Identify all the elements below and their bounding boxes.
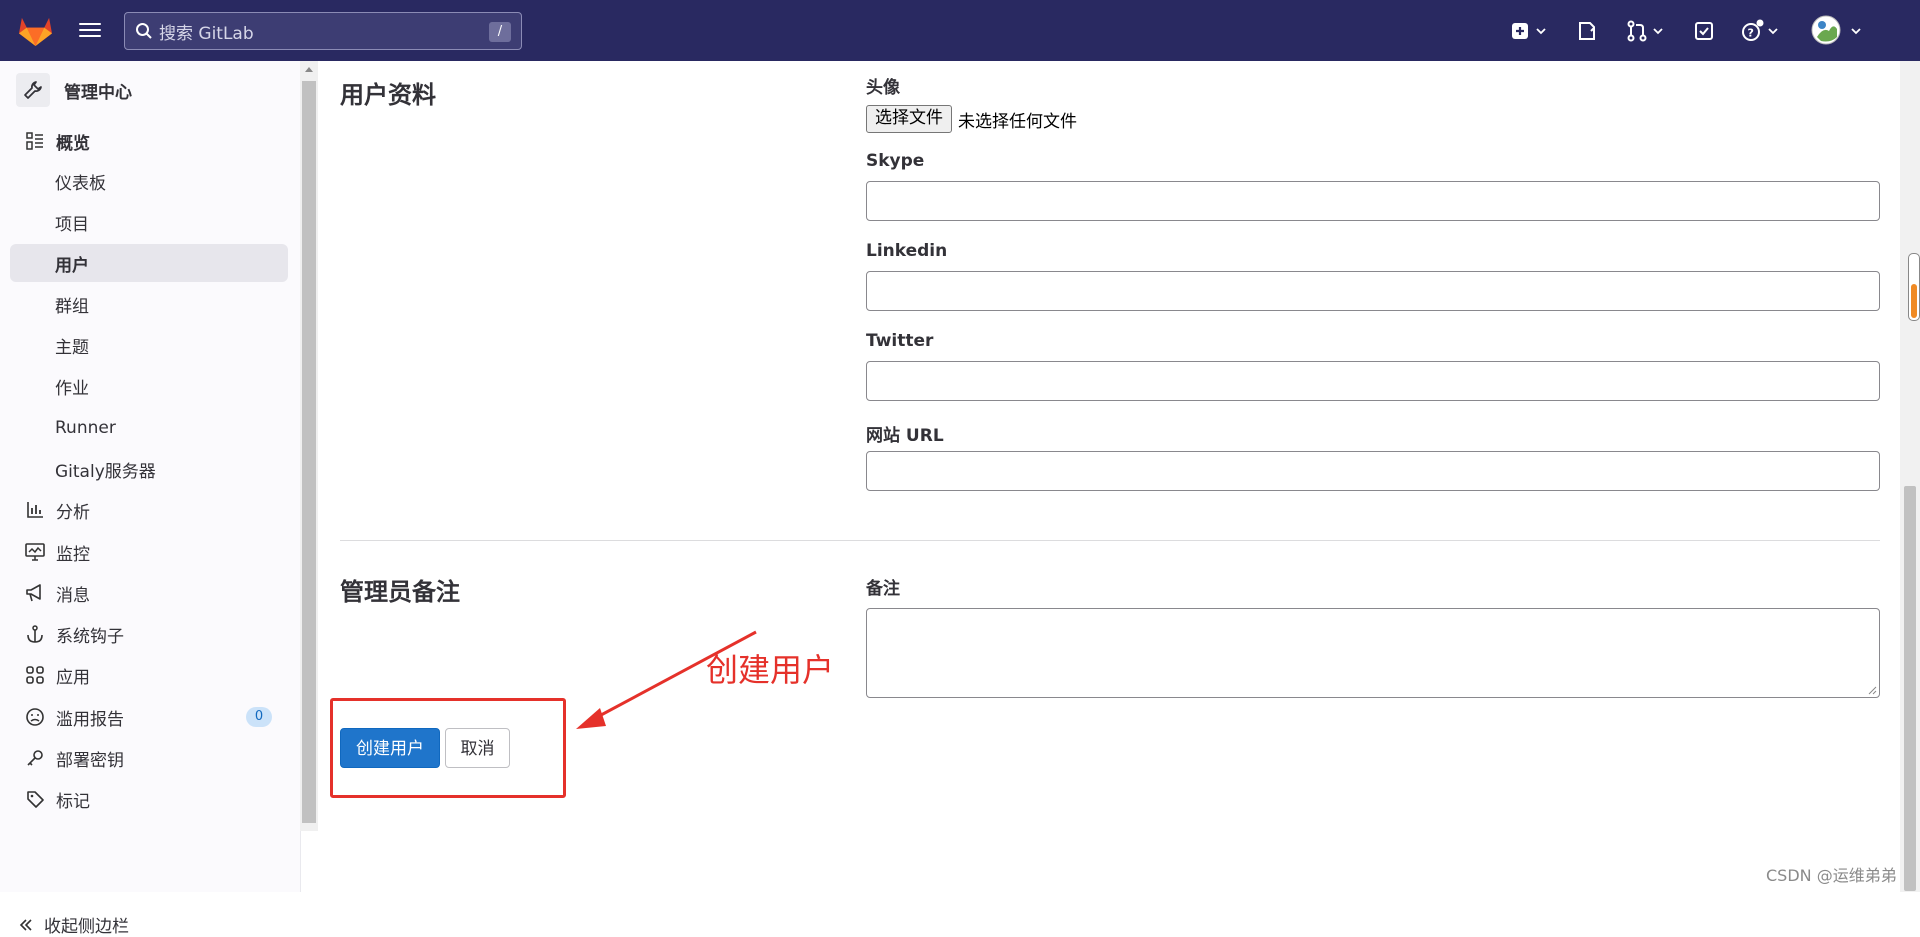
search-icon (136, 23, 152, 39)
sidebar-item-label: Runner (55, 418, 116, 438)
sidebar-item-deploy-keys[interactable]: 部署密钥 (10, 739, 288, 777)
sidebar-item-overview[interactable]: 概览 (10, 122, 288, 160)
monitor-icon (24, 541, 46, 563)
smile-icon (24, 706, 46, 728)
page-scrollbar-thumb[interactable] (1904, 486, 1916, 891)
note-textarea[interactable] (866, 608, 1880, 698)
sidebar-item-topics[interactable]: 主题 (10, 326, 288, 364)
sidebar-item-runner[interactable]: Runner (10, 409, 288, 447)
apps-icon (24, 664, 46, 686)
choose-file-button[interactable]: 选择文件 (866, 105, 952, 133)
megaphone-icon (24, 582, 46, 604)
collapse-sidebar-label: 收起侧边栏 (44, 917, 129, 937)
note-label: 备注 (866, 579, 900, 599)
sidebar-item-system-hooks[interactable]: 系统钩子 (10, 615, 288, 653)
admin-section-title: 管理员备注 (340, 578, 460, 606)
sidebar-item-label: 作业 (55, 378, 89, 399)
sidebar-item-analytics[interactable]: 分析 (10, 491, 288, 529)
key-icon (24, 747, 46, 769)
anchor-icon (24, 623, 46, 645)
page-scrollbar[interactable] (1900, 61, 1920, 892)
sidebar-item-abuse-reports[interactable]: 滥用报告 0 (10, 698, 288, 736)
avatar-label: 头像 (866, 78, 900, 98)
chevron-down-icon[interactable] (1850, 25, 1862, 37)
sidebar-item-users[interactable]: 用户 (10, 244, 288, 282)
section-divider (340, 540, 1880, 541)
cancel-button[interactable]: 取消 (445, 728, 510, 768)
sidebar-item-label: 应用 (56, 667, 90, 688)
sidebar-item-label: 主题 (55, 337, 89, 358)
website-url-input[interactable] (866, 451, 1880, 491)
annotation-label: 创建用户 (706, 651, 835, 689)
sidebar-header[interactable]: 管理中心 (16, 73, 132, 107)
skype-label: Skype (866, 151, 925, 171)
avatar-file-input[interactable]: 选择文件 未选择任何文件 (866, 105, 1077, 133)
sidebar-item-label: 项目 (55, 214, 89, 235)
skype-input[interactable] (866, 181, 1880, 221)
chart-icon (24, 499, 46, 521)
help-icon[interactable]: ? (1740, 19, 1764, 43)
create-user-button[interactable]: 创建用户 (340, 728, 440, 768)
watermark: CSDN @运维弟弟 (1766, 866, 1897, 885)
sidebar-item-label: 分析 (56, 502, 90, 523)
sidebar-item-label: 系统钩子 (56, 626, 124, 647)
search-shortcut-key: / (489, 22, 511, 42)
issues-icon[interactable] (1575, 19, 1599, 43)
sidebar-item-label: 仪表板 (55, 173, 106, 194)
sidebar-scrollbar[interactable] (300, 61, 318, 831)
overview-icon (24, 130, 46, 152)
chevron-down-icon[interactable] (1535, 25, 1547, 37)
collapse-sidebar-button[interactable]: 收起侧边栏 (18, 912, 129, 937)
sidebar-item-labels[interactable]: 标记 (10, 780, 288, 818)
chevron-down-icon[interactable] (1767, 25, 1779, 37)
avatar[interactable] (1811, 15, 1841, 45)
merge-request-icon[interactable] (1625, 19, 1649, 43)
sidebar-title: 管理中心 (64, 82, 132, 103)
overlay-scroll-indicator[interactable] (1908, 253, 1920, 321)
scroll-indicator-fill (1911, 284, 1917, 318)
search-input[interactable]: 搜索 GitLab / (124, 12, 522, 50)
sidebar-item-label: Gitaly服务器 (55, 461, 156, 482)
main-content: 用户资料 头像 选择文件 未选择任何文件 Skype Linkedin Twit… (320, 61, 1900, 892)
linkedin-label: Linkedin (866, 241, 948, 261)
sidebar-item-label: 部署密钥 (56, 750, 124, 771)
top-navigation-bar: 搜索 GitLab / ? (0, 0, 1920, 61)
file-status-text: 未选择任何文件 (958, 111, 1077, 132)
website-url-label: 网站 URL (866, 426, 944, 446)
sidebar-item-dashboard[interactable]: 仪表板 (10, 162, 288, 200)
profile-section-title: 用户资料 (340, 81, 436, 109)
sidebar: 管理中心 概览 仪表板 项目 用户 群组 主题 作业 Runner Gitaly… (0, 61, 301, 937)
search-placeholder: 搜索 GitLab (159, 23, 254, 44)
sidebar-item-jobs[interactable]: 作业 (10, 367, 288, 405)
sidebar-item-gitaly[interactable]: Gitaly服务器 (10, 450, 288, 488)
wrench-icon (16, 73, 50, 107)
sidebar-item-messages[interactable]: 消息 (10, 574, 288, 612)
sidebar-item-label: 消息 (56, 585, 90, 606)
chevron-down-icon[interactable] (1652, 25, 1664, 37)
gitlab-logo-icon[interactable] (18, 14, 53, 47)
sidebar-item-label: 用户 (55, 255, 89, 276)
sidebar-item-projects[interactable]: 项目 (10, 203, 288, 241)
sidebar-item-groups[interactable]: 群组 (10, 285, 288, 323)
menu-icon[interactable] (79, 19, 101, 41)
twitter-input[interactable] (866, 361, 1880, 401)
todo-icon[interactable] (1692, 19, 1716, 43)
label-icon (24, 788, 46, 810)
linkedin-input[interactable] (866, 271, 1880, 311)
sidebar-item-label: 滥用报告 (56, 709, 124, 730)
sidebar-item-applications[interactable]: 应用 (10, 656, 288, 694)
resize-handle-icon[interactable] (1867, 685, 1877, 695)
sidebar-item-monitoring[interactable]: 监控 (10, 533, 288, 571)
double-chevron-left-icon (19, 918, 32, 931)
sidebar-item-label: 标记 (56, 791, 90, 812)
scroll-up-arrow-icon[interactable] (305, 67, 313, 72)
twitter-label: Twitter (866, 331, 934, 351)
sidebar-item-label: 群组 (55, 296, 89, 317)
svg-text:?: ? (1748, 27, 1754, 40)
count-badge: 0 (246, 707, 272, 727)
sidebar-item-label: 监控 (56, 544, 90, 565)
sidebar-item-label: 概览 (56, 133, 90, 154)
new-item-icon[interactable] (1508, 19, 1532, 43)
sidebar-scrollbar-thumb[interactable] (302, 81, 316, 823)
